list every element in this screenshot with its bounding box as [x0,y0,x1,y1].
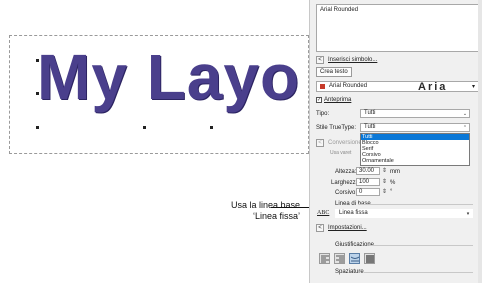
settings-link[interactable]: Impostazioni... [328,225,367,231]
section-divider [358,204,473,205]
preview-label: Anteprima [324,97,352,103]
baseline-value: Linea fissa [339,210,368,216]
lettering-panel: Arial Rounded < Inserisci simbolo... Cre… [309,0,482,283]
selection-handle[interactable] [143,126,146,129]
insert-symbol-link[interactable]: Inserisci simbolo... [328,57,377,63]
width-input[interactable]: 100 [356,178,380,186]
font-selector[interactable]: Arial Rounded Aria ▾ [316,81,479,93]
callout-line-1: Usa la linea base [230,200,300,210]
align-baseline-button[interactable] [349,253,360,264]
hidden-option-label: Usa varet [330,150,352,156]
baseline-select[interactable]: Linea fissa ▾ [335,209,473,218]
truetype-dropdown-list[interactable]: Tutti Blocco Serif Corsivo Ornamentale [360,133,470,166]
callout-line-2: ‘Linea fissa’ [252,211,300,221]
font-name: Arial Rounded [329,83,368,89]
chevron-down-icon: ▾ [466,211,470,217]
fixed-baseline-icon [351,256,359,262]
font-preview: Aria [418,81,448,93]
section-divider [370,245,473,246]
align-right-icon [336,255,344,263]
slant-unit: ° [390,189,393,195]
chevron-down-icon: ⌄ [462,111,468,117]
baseline-icon: ABC [317,210,330,216]
type-select[interactable]: Tutti ⌄ [360,109,470,118]
lettering-text-input[interactable]: Arial Rounded [316,4,479,52]
selection-handle[interactable] [36,126,39,129]
width-unit: % [390,180,396,186]
chevron-down-icon[interactable]: ▾ [472,83,475,90]
collapse-left-icon[interactable]: < [316,56,324,64]
height-unit: mm [390,169,400,175]
align-full-icon [366,255,374,263]
list-item[interactable]: Ornamentale [361,158,469,164]
panel-scrollbar[interactable] [478,0,482,283]
truetype-value: Tutti [364,124,376,130]
align-right-button[interactable] [334,253,345,264]
spacing-section-title: Spaziature [335,269,364,275]
align-left-icon [321,255,329,263]
create-text-button[interactable]: Crea testo [316,67,352,77]
section-divider [364,272,473,273]
align-left-button[interactable] [319,253,330,264]
collapse-left-icon[interactable]: < [316,224,324,232]
spinner-icon[interactable]: ⇕ [382,178,387,185]
truetype-label: Stile TrueType: [316,125,357,131]
truetype-font-icon [320,84,325,89]
chevron-up-icon: ⌃ [462,125,468,131]
conversion-expand-icon[interactable]: < [316,139,324,147]
truetype-select[interactable]: Tutti ⌃ [360,123,470,132]
align-full-button[interactable] [364,253,375,264]
spinner-icon[interactable]: ⇕ [382,167,387,174]
slant-label: Corsivo: [335,190,358,196]
height-label: Altezza: [335,169,357,175]
type-label: Tipo: [316,111,330,117]
selection-handle[interactable] [210,126,213,129]
baseline-callout: Usa la linea base ‘Linea fissa’ [216,200,300,222]
spinner-icon[interactable]: ⇕ [382,188,387,195]
height-input[interactable]: 30.00 [356,167,380,175]
type-value: Tutti [364,110,376,116]
embroidery-lettering[interactable]: My Layo [37,45,300,109]
conversion-label: Conversione [328,140,362,146]
preview-checkbox[interactable]: ✓ [316,97,322,103]
justification-section-title: Giustificazione [335,242,375,248]
callout-arrow-icon [271,205,314,209]
slant-input[interactable]: 0 [356,188,380,196]
